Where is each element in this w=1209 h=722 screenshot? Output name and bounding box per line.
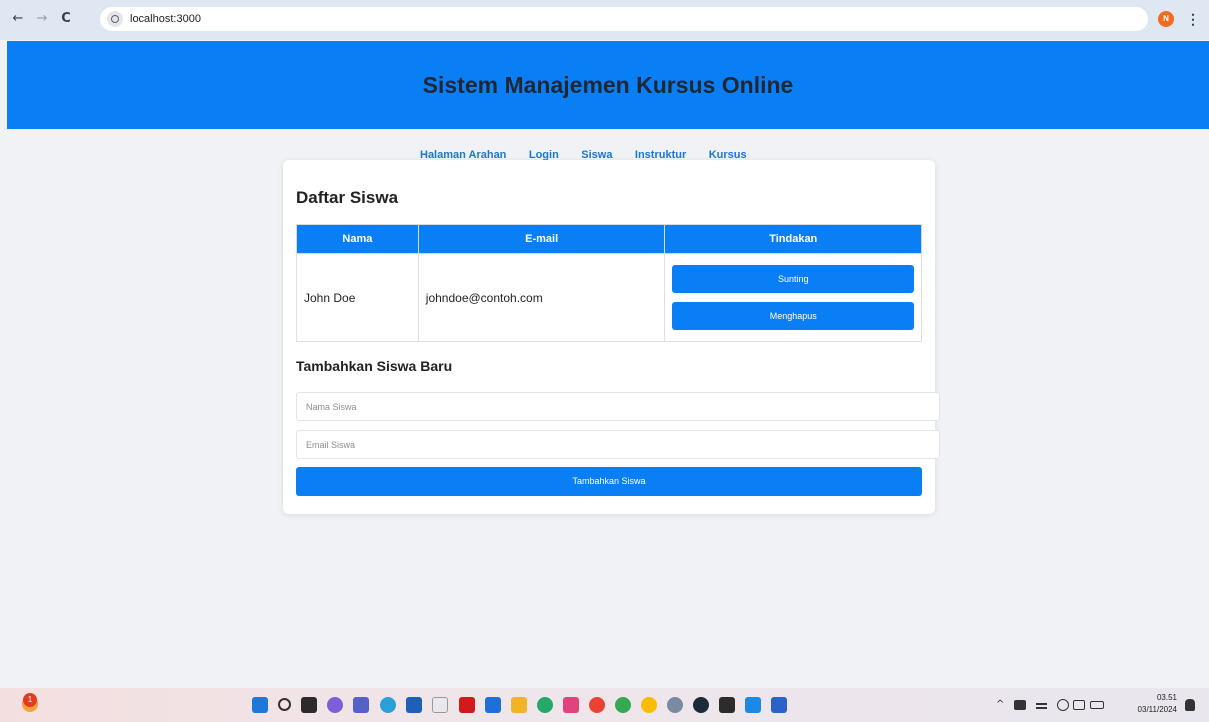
chrome-profile-3-icon[interactable] [641,697,657,713]
column-header-actions: Tindakan [664,224,922,254]
tray-app-icon[interactable] [1014,700,1026,710]
settings-gear-icon[interactable] [667,697,683,713]
taskbar-clock[interactable]: 03.51 03/11/2024 [1131,692,1177,716]
chrome-profile-2-icon[interactable] [615,697,631,713]
file-explorer-icon[interactable] [511,697,527,713]
clock-time: 03.51 [1156,693,1177,702]
table-header-row: Nama E-mail Tindakan [296,224,922,254]
back-arrow-icon[interactable]: ← [9,10,27,28]
vscode-icon[interactable] [745,697,761,713]
column-header-email: E-mail [417,224,666,254]
students-card: Daftar Siswa Nama E-mail Tindakan John D… [283,160,940,514]
store-icon[interactable] [406,697,422,713]
address-bar[interactable]: localhost:3000 [100,7,1148,31]
student-email-cell: johndoe@contoh.com [417,253,666,342]
word-icon[interactable] [771,697,787,713]
page-title: Sistem Manajemen Kursus Online [422,72,794,98]
forward-arrow-icon[interactable]: → [33,10,51,28]
browser-menu-icon[interactable]: ⋮ [1186,10,1200,28]
student-name-input[interactable] [296,392,940,421]
whatsapp-icon[interactable] [537,697,553,713]
site-info-icon[interactable] [107,11,123,27]
chrome-profile-1-icon[interactable] [589,697,605,713]
app-pink-icon[interactable] [563,697,579,713]
student-actions-cell: Sunting Menghapus [664,253,922,342]
app-header: Sistem Manajemen Kursus Online [7,41,1209,129]
windows-start-icon[interactable] [252,697,268,713]
language-globe-icon[interactable] [1057,699,1069,711]
netflix-icon[interactable] [459,697,475,713]
main-nav: Halaman Arahan Login Siswa Instruktur Ku… [420,145,765,161]
table-row: John Doe johndoe@contoh.com Sunting Meng… [296,253,922,342]
teams-icon[interactable] [353,697,369,713]
student-email-input[interactable] [296,430,940,459]
app-window-icon[interactable] [485,697,501,713]
edge-browser-icon[interactable] [380,697,396,713]
students-table: Nama E-mail Tindakan John Doe johndoe@co… [296,224,922,342]
edit-student-button[interactable]: Sunting [672,265,914,293]
volume-icon[interactable] [1073,700,1085,710]
task-view-icon[interactable] [301,697,317,713]
reload-icon[interactable]: C [57,10,75,28]
copilot-icon[interactable] [327,697,343,713]
student-name-cell: John Doe [296,253,419,342]
clock-date: 03/11/2024 [1137,705,1177,714]
tray-chevron-icon[interactable]: ^ [996,699,1004,710]
search-icon[interactable] [278,698,291,711]
media-app-icon[interactable] [432,697,448,713]
add-student-button[interactable]: Tambahkan Siswa [296,467,922,496]
url-text[interactable]: localhost:3000 [130,11,201,27]
terminal-icon[interactable] [719,697,735,713]
profile-avatar[interactable]: N [1158,11,1174,27]
students-section-title: Daftar Siswa [296,188,399,207]
column-header-name: Nama [296,224,419,254]
delete-student-button[interactable]: Menghapus [672,302,914,330]
notification-bell-icon[interactable] [1185,699,1195,711]
obs-icon[interactable] [693,697,709,713]
os-taskbar: ^ 03.51 03/11/2024 [0,688,1209,722]
notification-badge: 1 [23,693,37,707]
battery-icon[interactable] [1090,701,1104,709]
network-icon[interactable] [1036,703,1047,705]
browser-toolbar: ← → C localhost:3000 N ⋮ [0,0,1209,40]
add-student-title: Tambahkan Siswa Baru [296,358,453,374]
